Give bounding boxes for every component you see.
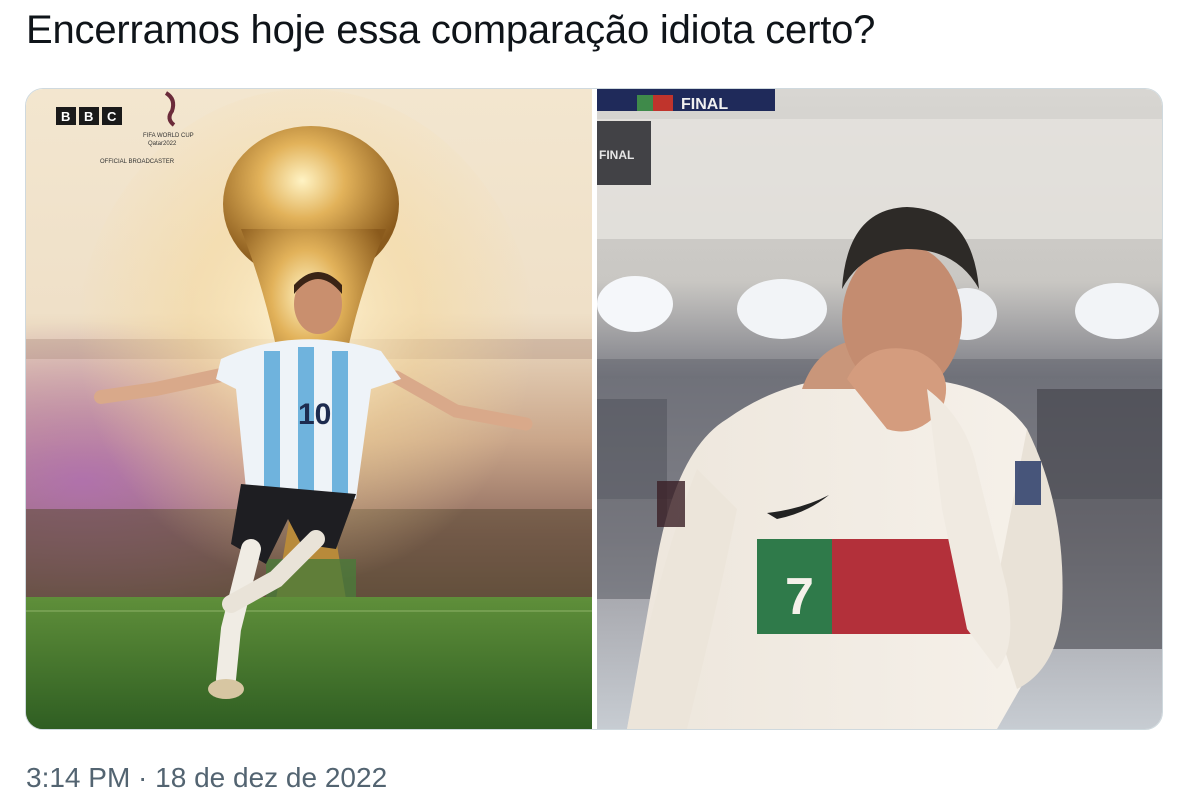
score-overlay: FINAL <box>597 121 651 185</box>
broadcaster-caption: OFFICIAL BROADCASTER <box>100 159 175 165</box>
svg-text:FINAL: FINAL <box>599 148 634 162</box>
bbc-logo: B B C <box>56 107 122 125</box>
svg-text:Qatar2022: Qatar2022 <box>148 141 177 147</box>
ronaldo-crying-photo: FINAL FINAL 7 <box>597 89 1162 729</box>
tweet-text: Encerramos hoje essa comparação idiota c… <box>26 8 876 52</box>
final-banner: FINAL <box>597 89 775 113</box>
media-photo-right[interactable]: FINAL FINAL 7 <box>597 89 1162 729</box>
shirt-number-7: 7 <box>785 568 814 626</box>
tweet-media-grid[interactable]: 10 B B C OFFICIAL BROADCASTER FIFA WORLD… <box>25 88 1163 730</box>
svg-text:FINAL: FINAL <box>681 96 728 113</box>
svg-text:B: B <box>84 109 93 124</box>
svg-text:FIFA WORLD CUP: FIFA WORLD CUP <box>143 133 194 139</box>
svg-text:C: C <box>107 109 117 124</box>
shirt-number-10: 10 <box>298 398 331 431</box>
tweet-timestamp[interactable]: 3:14 PM · 18 de dez de 2022 <box>26 762 387 794</box>
media-photo-left[interactable]: 10 B B C OFFICIAL BROADCASTER FIFA WORLD… <box>26 89 592 729</box>
svg-text:B: B <box>61 109 70 124</box>
messi-trophy-illustration: 10 B B C OFFICIAL BROADCASTER FIFA WORLD… <box>26 89 592 729</box>
